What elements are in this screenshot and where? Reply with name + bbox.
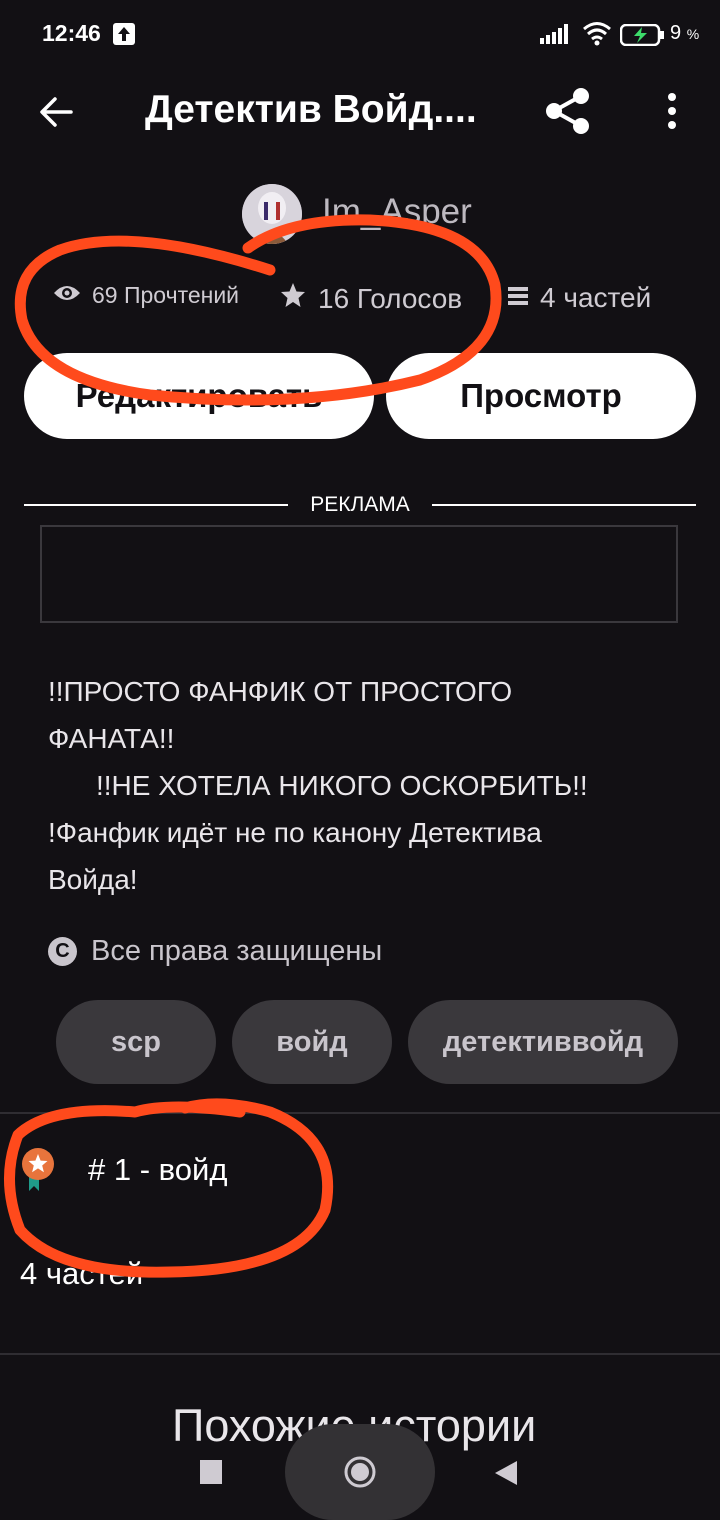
- battery-icon: [619, 23, 666, 51]
- edit-button[interactable]: Редактировать: [24, 353, 374, 439]
- tag-chip[interactable]: войд: [232, 1000, 392, 1084]
- copyright-notice: C Все права защищены: [48, 935, 382, 968]
- ad-label: РЕКЛАМА: [310, 493, 410, 516]
- upload-notification-icon: [113, 23, 135, 45]
- star-icon: [280, 282, 306, 315]
- more-vert-icon[interactable]: [660, 92, 684, 132]
- votes-count: 16 Голосов: [318, 282, 463, 314]
- ranking-text[interactable]: # 1 - войд: [88, 1152, 227, 1188]
- section-divider: [0, 1112, 720, 1114]
- parts-count-stat: 4 частей: [540, 282, 652, 313]
- status-time: 12:46: [42, 20, 101, 46]
- description-line: ФАНАТА!!: [48, 723, 175, 754]
- parts-count-label: 4 частей: [20, 1256, 144, 1291]
- reads-stat: 69 Прочтений: [52, 282, 239, 309]
- nav-back-icon[interactable]: [493, 1459, 519, 1492]
- description-line: !Фанфик идёт не по канону Детектива: [48, 817, 542, 848]
- tag-chip[interactable]: детективвойд: [408, 1000, 678, 1084]
- copyright-icon: C: [48, 937, 77, 966]
- votes-stat: 16 Голосов: [280, 282, 462, 315]
- back-arrow-icon[interactable]: [38, 94, 74, 130]
- description-line: !!НЕ ХОТЕЛА НИКОГО ОСКОРБИТЬ!!: [96, 770, 588, 801]
- ad-banner[interactable]: [40, 525, 678, 623]
- ad-divider-left: [24, 504, 288, 506]
- preview-button[interactable]: Просмотр: [386, 353, 696, 439]
- list-icon: [508, 282, 528, 314]
- page-title: Детектив Войд....: [145, 88, 477, 131]
- section-divider: [0, 1353, 720, 1355]
- story-description: !!ПРОСТО ФАНФИК ОТ ПРОСТОГО ФАНАТА!! !!Н…: [48, 668, 688, 903]
- parts-stat: 4 частей: [508, 282, 651, 314]
- description-line: !!ПРОСТО ФАНФИК ОТ ПРОСТОГО: [48, 676, 513, 707]
- ad-divider-right: [432, 504, 696, 506]
- author-avatar[interactable]: [242, 184, 302, 244]
- signal-icon: [540, 24, 570, 49]
- copyright-text: Все права защищены: [91, 935, 383, 967]
- rank-badge-icon: [20, 1147, 56, 1193]
- annotation-circle-ranking: [4, 1098, 334, 1278]
- recents-icon[interactable]: [200, 1460, 222, 1484]
- reads-count: 69 Прочтений: [92, 282, 240, 308]
- description-line: Войда!: [48, 864, 138, 895]
- battery-percent: 9 %: [670, 22, 700, 44]
- share-icon[interactable]: [543, 86, 593, 136]
- home-icon[interactable]: [343, 1455, 377, 1489]
- eye-icon: [52, 282, 82, 309]
- author-name[interactable]: Im_Asper: [322, 192, 472, 232]
- tag-chip[interactable]: scp: [56, 1000, 216, 1084]
- wifi-icon: [582, 20, 612, 51]
